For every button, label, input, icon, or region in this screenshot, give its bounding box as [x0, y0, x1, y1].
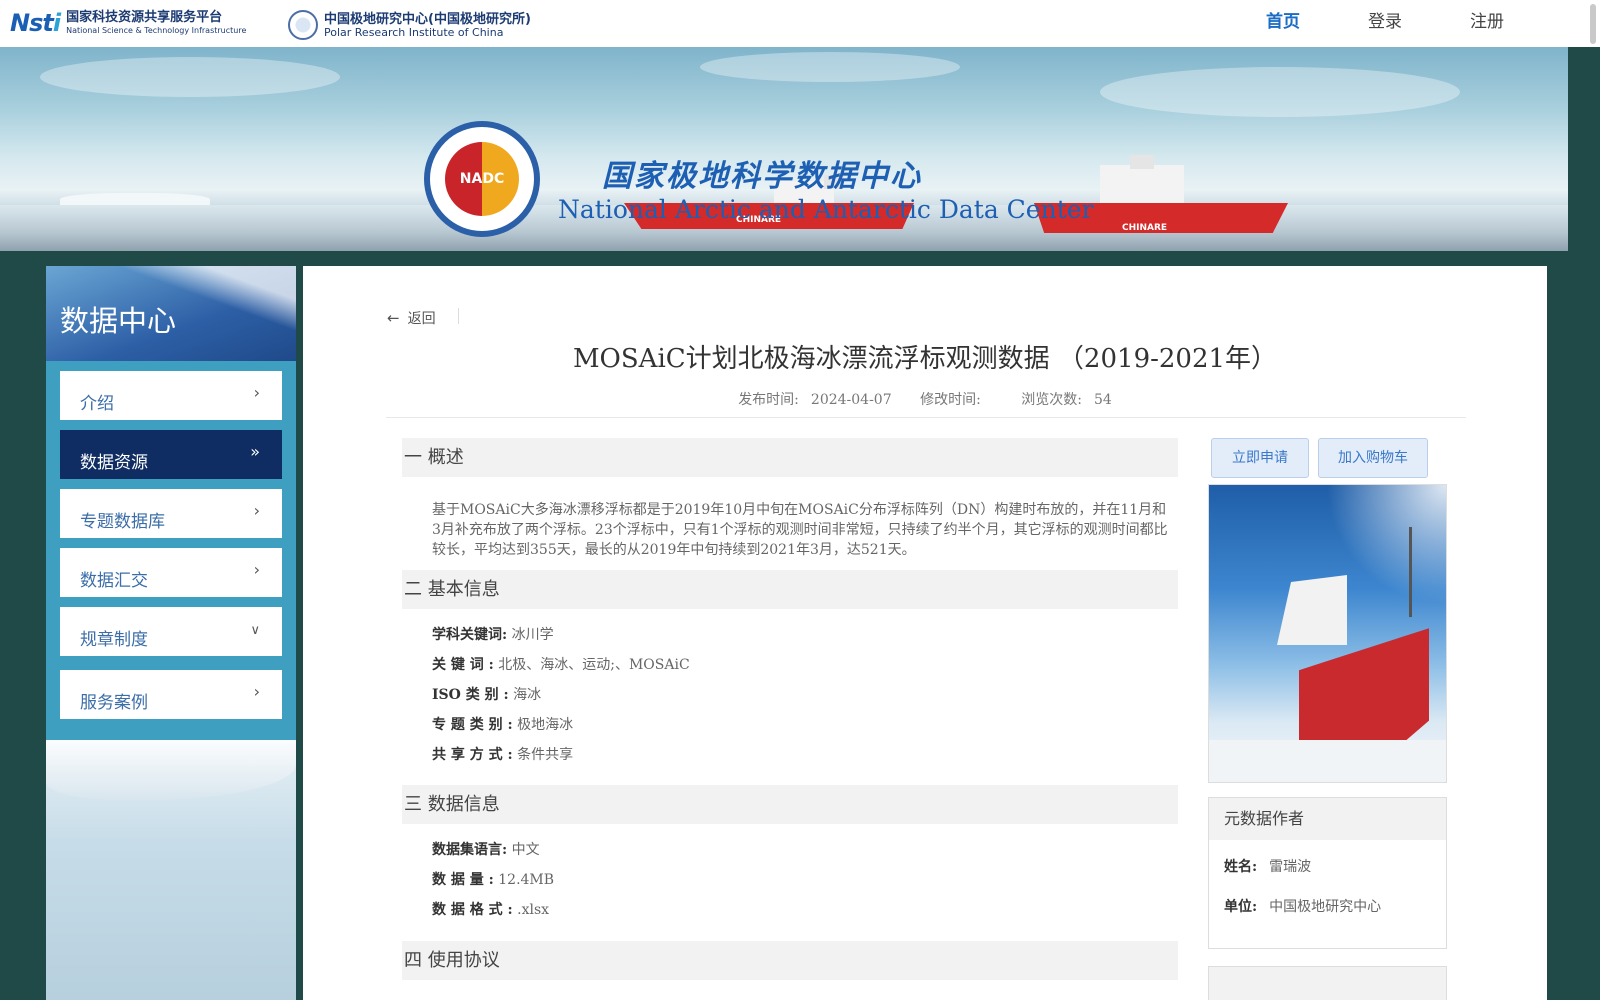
metadata-author-card: 元数据作者 姓名: 雷瑞波 单位: 中国极地研究中心: [1208, 797, 1447, 949]
nsti-logo-cn: 国家科技资源共享服务平台: [66, 10, 223, 25]
sidebar-item-topic-db[interactable]: 专题数据库 ›: [60, 489, 282, 538]
chevron-right-icon: ›: [253, 383, 260, 402]
info-row-size: 数 据 量 : 12.4MB: [432, 872, 555, 888]
chevron-right-icon: ›: [253, 682, 260, 701]
chevron-right-icon: ›: [253, 501, 260, 520]
dataset-title: MOSAiC计划北极海冰漂流浮标观测数据 （2019-2021年）: [572, 344, 1278, 374]
sidebar-title: 数据中心: [60, 304, 177, 338]
sidebar-item-intro[interactable]: 介绍 ›: [60, 371, 282, 420]
sidebar-item-label: 规章制度: [80, 630, 148, 650]
pric-logo-cn: 中国极地研究中心(中国极地研究所): [324, 12, 531, 27]
sidebar-footer-image: [46, 740, 296, 1000]
info-row-format: 数 据 格 式 : .xlsx: [432, 902, 550, 918]
ship-label-right: CHINARE: [1122, 223, 1168, 233]
chevron-down-icon: ∨: [250, 623, 260, 638]
next-card: [1208, 966, 1447, 1000]
divider: [458, 308, 459, 324]
sidebar-item-label: 数据资源: [80, 453, 148, 473]
sidebar-item-service-cases[interactable]: 服务案例 ›: [60, 670, 282, 719]
info-row-iso: ISO 类 别 : 海冰: [432, 687, 542, 703]
author-name-row: 姓名: 雷瑞波: [1224, 859, 1312, 875]
sidebar-item-data-submission[interactable]: 数据汇交 ›: [60, 548, 282, 597]
scrollbar-thumb[interactable]: [1590, 4, 1596, 44]
author-heading: 元数据作者: [1209, 798, 1446, 840]
dataset-photo: [1208, 484, 1447, 783]
section-license: 四 使用协议: [402, 941, 1178, 980]
divider: [386, 417, 1466, 418]
author-unit-row: 单位: 中国极地研究中心: [1224, 899, 1382, 915]
nadc-seal-icon: NADC: [424, 121, 540, 237]
view-count: 54: [1093, 392, 1112, 408]
page-scrollbar[interactable]: [1568, 0, 1600, 1000]
section-basic-info: 二 基本信息: [402, 570, 1178, 609]
sidebar-item-data-resources[interactable]: 数据资源 »: [60, 430, 282, 479]
pric-logo[interactable]: 中国极地研究中心(中国极地研究所) Polar Research Institu…: [288, 10, 531, 40]
pric-seal-icon: [288, 10, 318, 40]
section-overview: 一 概述: [402, 438, 1178, 477]
detail-panel: ← 返回 MOSAiC计划北极海冰漂流浮标观测数据 （2019-2021年） 发…: [303, 266, 1547, 1000]
nav-login[interactable]: 登录: [1334, 0, 1436, 47]
sidebar-item-regulations[interactable]: 规章制度 ∨: [60, 607, 282, 656]
arrow-left-icon: ←: [387, 309, 400, 327]
info-row-topic: 专 题 类 别 : 极地海冰: [432, 717, 574, 733]
dataset-meta: 发布时间: 2024-04-07 修改时间: 浏览次数: 54: [738, 392, 1112, 408]
sidebar-item-label: 专题数据库: [80, 512, 165, 532]
section-data-info: 三 数据信息: [402, 785, 1178, 824]
chevron-right-icon: ›: [253, 560, 260, 579]
pric-logo-en: Polar Research Institute of China: [324, 26, 504, 39]
banner-title-en: National Arctic and Antarctic Data Cente…: [558, 195, 1094, 224]
info-row-sharing: 共 享 方 式 : 条件共享: [432, 747, 574, 763]
banner-title-cn: 国家极地科学数据中心: [602, 159, 922, 194]
sidebar-item-label: 数据汇交: [80, 571, 148, 591]
sidebar-item-label: 服务案例: [80, 693, 148, 713]
author-name: 雷瑞波: [1269, 859, 1312, 875]
add-to-cart-button[interactable]: 加入购物车: [1318, 438, 1428, 478]
sidebar-item-label: 介绍: [80, 394, 114, 414]
sidebar: 数据中心 介绍 › 数据资源 » 专题数据库 › 数据汇交 › 规章制度 ∨ 服…: [46, 266, 296, 1000]
publish-date: 2024-04-07: [810, 392, 892, 408]
info-row-keywords: 关 键 词 : 北极、海冰、运动;、MOSAiC: [432, 657, 690, 673]
author-unit: 中国极地研究中心: [1269, 899, 1382, 915]
nav-register[interactable]: 注册: [1436, 0, 1538, 47]
dataset-abstract: 基于MOSAiC大多海冰漂移浮标都是于2019年10月中旬在MOSAiC分布浮标…: [432, 502, 1168, 558]
nsti-logo-en: National Science & Technology Infrastruc…: [66, 26, 247, 35]
top-nav: 首页 登录 注册: [1232, 0, 1538, 47]
double-chevron-right-icon: »: [250, 442, 260, 461]
nsti-logo[interactable]: Nsti 国家科技资源共享服务平台 National Science & Tec…: [10, 9, 246, 37]
info-row-subject: 学科关键词: 冰川学: [432, 627, 554, 643]
info-row-language: 数据集语言: 中文: [432, 842, 540, 858]
nav-home[interactable]: 首页: [1232, 0, 1334, 47]
back-button[interactable]: ← 返回: [387, 308, 436, 328]
sidebar-header: 数据中心: [46, 266, 296, 361]
apply-button[interactable]: 立即申请: [1211, 438, 1309, 478]
back-label: 返回: [407, 311, 436, 327]
sidebar-menu: 介绍 › 数据资源 » 专题数据库 › 数据汇交 › 规章制度 ∨ 服务案例 ›: [46, 361, 296, 733]
top-bar: Nsti 国家科技资源共享服务平台 National Science & Tec…: [0, 0, 1568, 47]
banner: CHINARE CHINARE NADC 国家极地科学数据中心 National…: [0, 47, 1568, 251]
nsti-logo-mark: Nsti: [10, 9, 61, 37]
